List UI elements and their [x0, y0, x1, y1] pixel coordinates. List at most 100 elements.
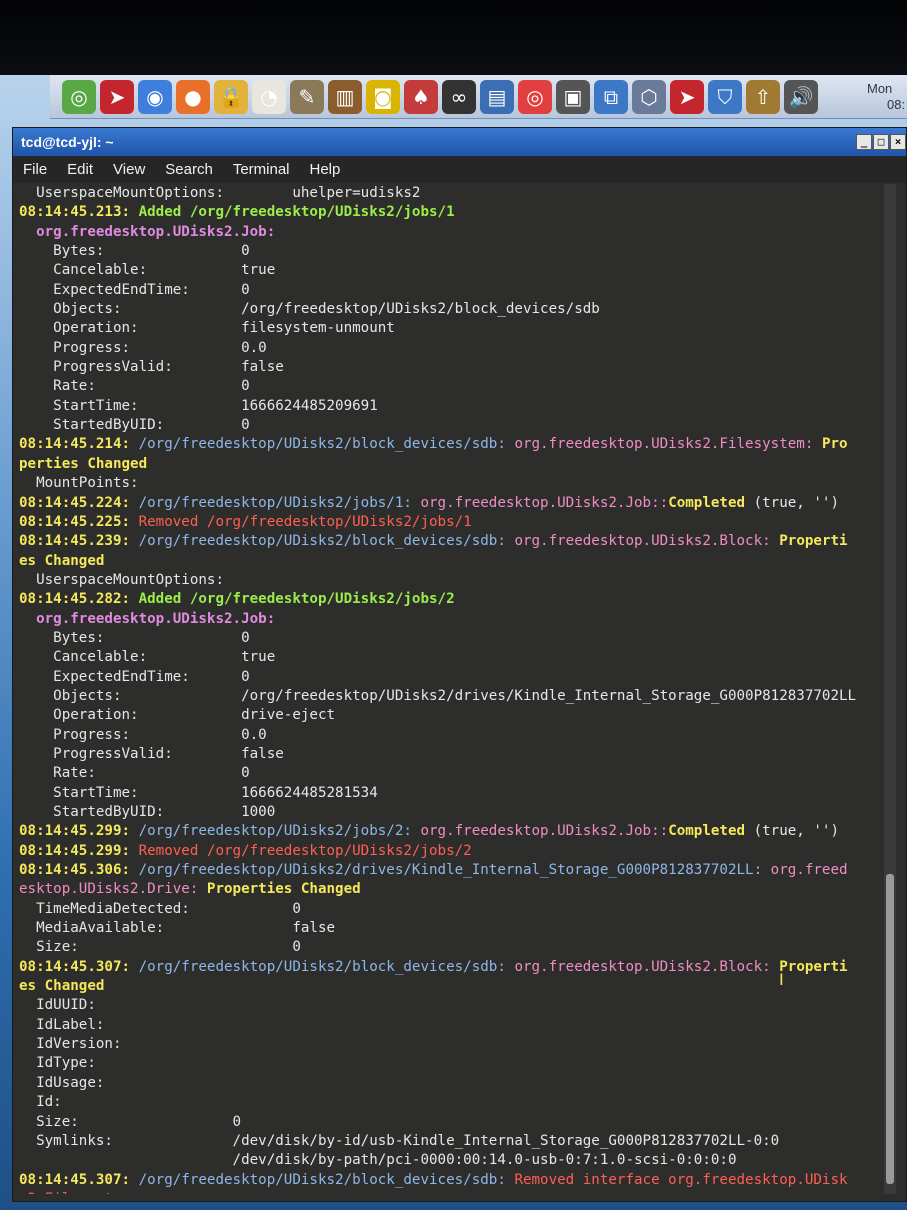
- terminal-line: ProgressValid: false: [19, 745, 875, 764]
- screen-bezel: [0, 0, 907, 75]
- scrollbar-thumb[interactable]: [886, 874, 894, 1184]
- terminal-text: 08:14:45.307:: [19, 1171, 139, 1188]
- terminal-window: tcd@tcd-yjl: ~ _ □ × File Edit View Sear…: [12, 127, 907, 1202]
- terminal-text: esktop.UDisks2.Drive:: [19, 881, 207, 898]
- terminal-text: org.freed: [770, 862, 848, 879]
- terminal-line: Cancelable: true: [19, 261, 875, 280]
- terminal-line: 08:14:45.214: /org/freedesktop/UDisks2/b…: [19, 435, 875, 454]
- terminal-line: Size: 0: [19, 938, 875, 957]
- terminal-text: (true, ''): [745, 494, 840, 511]
- update-icon[interactable]: ⇧: [746, 79, 780, 114]
- terminal-text: UserspaceMountOptions:: [19, 571, 224, 588]
- terminal-text: org.freedesktop.UDisks2.Job:: [19, 223, 276, 240]
- terminal-text: Pro: [821, 436, 848, 453]
- menu-edit[interactable]: Edit: [67, 161, 93, 178]
- terminal-line: Symlinks: /dev/disk/by-id/usb-Kindle_Int…: [19, 1132, 875, 1151]
- dualscreen-icon[interactable]: ⧉: [594, 79, 628, 114]
- minimize-button[interactable]: _: [856, 134, 872, 150]
- close-button[interactable]: ×: [890, 134, 906, 150]
- terminal-line: 08:14:45.239: /org/freedesktop/UDisks2/b…: [19, 532, 875, 551]
- menu-file[interactable]: File: [23, 161, 47, 178]
- chrome-icon[interactable]: ◉: [138, 79, 172, 114]
- terminal-line: Rate: 0: [19, 764, 875, 783]
- terminal-text: 08:14:45.307:: [19, 958, 139, 975]
- hexagon-icon[interactable]: ⬡: [632, 79, 666, 114]
- terminal-line: Size: 0: [19, 1113, 875, 1132]
- terminal-line: IdUUID:: [19, 996, 875, 1015]
- terminal-line: Cancelable: true: [19, 648, 875, 667]
- menu-search[interactable]: Search: [165, 161, 213, 178]
- window-controls: _ □ ×: [856, 134, 906, 150]
- terminal-line: 08:14:45.225: Removed /org/freedesktop/U…: [19, 513, 875, 532]
- terminal-line: UserspaceMountOptions:: [19, 571, 875, 590]
- terminal-text: StartedByUID: 1000: [19, 804, 276, 820]
- terminal-line: 08:14:45.307: /org/freedesktop/UDisks2/b…: [19, 1171, 875, 1190]
- terminal-text: Bytes: 0: [19, 243, 250, 260]
- screenshot-icon[interactable]: ▣: [556, 79, 590, 114]
- lock-icon[interactable]: 🔒: [214, 79, 248, 114]
- terminal-line: StartTime: 1666624485209691: [19, 397, 875, 416]
- terminal-line: perties Changed: [19, 455, 875, 474]
- clock-app-icon[interactable]: ◔: [252, 79, 286, 114]
- terminal-line: StartTime: 1666624485281534: [19, 784, 875, 803]
- terminal-line: org.freedesktop.UDisks2.Job:: [19, 610, 875, 629]
- binoculars-icon[interactable]: ∞: [442, 79, 476, 114]
- clock-time: 08:: [887, 97, 906, 112]
- terminal-line: esktop.UDisks2.Drive: Properties Changed: [19, 880, 875, 899]
- terminal-text: Rate: 0: [19, 378, 250, 395]
- terminal-text: 08:14:45.239:: [19, 533, 139, 550]
- shield-icon[interactable]: ⛉: [708, 79, 742, 114]
- terminal-line: MountPoints:: [19, 474, 875, 493]
- terminal-text: Completed: [668, 823, 746, 840]
- terminal-text: Added /org/freedesktop/UDisks2/jobs/1: [138, 204, 455, 221]
- terminal-text: es Changed: [19, 978, 105, 995]
- menu-terminal[interactable]: Terminal: [233, 161, 290, 178]
- terminal-text: Properti: [779, 533, 848, 550]
- files-icon[interactable]: ▤: [480, 79, 514, 114]
- terminal-line: ProgressValid: false: [19, 358, 875, 377]
- menu-bar: File Edit View Search Terminal Help: [13, 156, 906, 183]
- terminal-line: Id:: [19, 1093, 875, 1112]
- terminal-text: MountPoints:: [19, 475, 139, 492]
- terminal-text: StartedByUID: 0: [19, 417, 250, 434]
- disk-icon[interactable]: ◙: [366, 79, 400, 114]
- terminal-text: Symlinks: /dev/disk/by-id/usb-Kindle_Int…: [19, 1132, 780, 1149]
- terminal-text: Added /org/freedesktop/UDisks2/jobs/2: [138, 591, 455, 608]
- panel-clock[interactable]: Mon 08:: [867, 81, 907, 113]
- terminal-text: 08:14:45.213:: [19, 204, 139, 221]
- terminal-text: IdVersion:: [19, 1036, 122, 1053]
- terminal-line: Rate: 0: [19, 377, 875, 396]
- terminal-line: Objects: /org/freedesktop/UDisks2/drives…: [19, 687, 875, 706]
- mint-menu-icon[interactable]: ◎: [62, 79, 96, 114]
- books-icon[interactable]: ▥: [328, 79, 362, 114]
- terminal-text: /org/freedesktop/UDisks2/drives/Kindle_I…: [138, 862, 771, 879]
- terminal-text: ExpectedEndTime: 0: [19, 668, 250, 685]
- menu-view[interactable]: View: [113, 161, 145, 178]
- terminal-line: Progress: 0.0: [19, 726, 875, 745]
- terminal-text: es Changed: [19, 552, 105, 569]
- volume-icon[interactable]: 🔊: [784, 79, 818, 114]
- firefox-icon[interactable]: ●: [176, 79, 210, 114]
- app-red-icon[interactable]: ➤: [670, 79, 704, 114]
- terminal-line: es Changed: [19, 552, 875, 571]
- terminal-text: /org/freedesktop/UDisks2/jobs/2:: [138, 823, 421, 840]
- terminal-scrollbar[interactable]: [884, 184, 896, 1194]
- terminal-line: IdVersion:: [19, 1035, 875, 1054]
- top-panel: ◎ ➤ ◉ ● 🔒 ◔ ✎ ▥ ◙ ♠ ∞ ▤ ◎ ▣ ⧉ ⬡ ➤ ⛉ ⇧ 🔊 Mon 08:: [50, 75, 907, 119]
- terminal-text: IdUsage:: [19, 1074, 105, 1091]
- terminal-line: 08:14:45.224: /org/freedesktop/UDisks2/j…: [19, 494, 875, 513]
- terminal-output[interactable]: UserspaceMountOptions: uhelper=udisks2 08…: [17, 184, 875, 1194]
- terminal-text: ProgressValid: false: [19, 359, 284, 376]
- maximize-button[interactable]: □: [873, 134, 889, 150]
- app-red-icon[interactable]: ➤: [100, 79, 134, 114]
- lifebuoy-icon[interactable]: ◎: [518, 79, 552, 114]
- window-titlebar[interactable]: tcd@tcd-yjl: ~ _ □ ×: [13, 128, 906, 156]
- gimp-icon[interactable]: ✎: [290, 79, 324, 114]
- terminal-line: MediaAvailable: false: [19, 919, 875, 938]
- terminal-line: ExpectedEndTime: 0: [19, 281, 875, 300]
- menu-help[interactable]: Help: [310, 161, 341, 178]
- terminal-text: Objects: /org/freedesktop/UDisks2/drives…: [19, 687, 857, 704]
- cards-icon[interactable]: ♠: [404, 79, 438, 114]
- text-cursor-icon: I: [779, 970, 784, 989]
- terminal-text: Operation: filesystem-unmount: [19, 320, 395, 337]
